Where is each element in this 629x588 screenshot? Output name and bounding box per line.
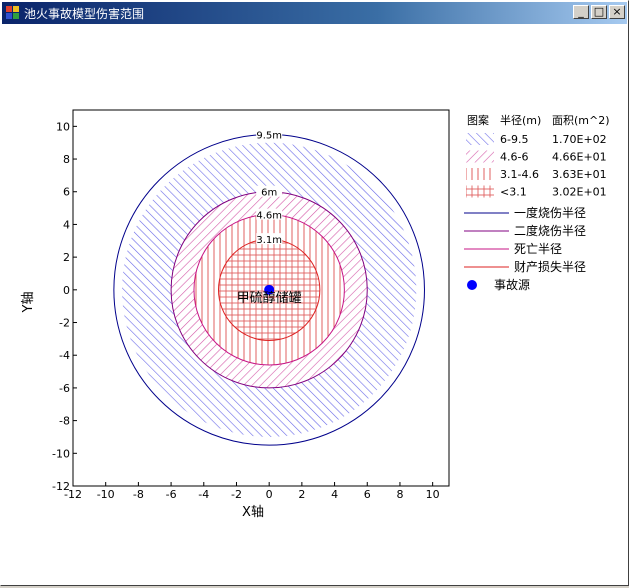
x-tick-label: 6: [364, 488, 371, 501]
x-tick-label: 10: [426, 488, 440, 501]
legend-zone-area: 1.70E+02: [552, 133, 607, 146]
app-icon: [6, 6, 20, 20]
x-tick-label: -10: [97, 488, 115, 501]
legend-line-label: 二度烧伤半径: [514, 223, 586, 238]
y-tick-label: 6: [63, 186, 70, 199]
legend-zone-range: <3.1: [500, 186, 527, 199]
y-tick-label: -4: [59, 349, 70, 362]
y-tick-label: -8: [59, 415, 70, 428]
legend-line-label: 财产损失半径: [514, 259, 586, 274]
x-tick-label: -2: [231, 488, 242, 501]
x-tick-label: -6: [166, 488, 177, 501]
radius-label: 3.1m: [256, 235, 282, 246]
legend-header-radius: 半径(m): [500, 113, 541, 127]
source-label: 甲硫醇储罐: [237, 290, 302, 306]
x-axis-title: X轴: [242, 505, 264, 520]
legend-zone-area: 3.63E+01: [552, 168, 607, 181]
legend-swatch-vlines-red: [466, 168, 494, 180]
y-tick-label: 4: [63, 218, 70, 231]
y-tick-label: 8: [63, 153, 70, 166]
legend-zone-range: 4.6-6: [500, 151, 528, 164]
close-button[interactable]: ×: [609, 5, 625, 19]
legend-zone-range: 6-9.5: [500, 133, 528, 146]
legend-zone-area: 4.66E+01: [552, 151, 607, 164]
legend-source-label: 事故源: [494, 277, 530, 292]
x-tick-label: -4: [198, 488, 209, 501]
legend-swatch-hatch-blue: [466, 133, 494, 145]
legend-source-marker: [467, 280, 477, 290]
x-tick-label: 0: [266, 488, 273, 501]
legend-swatch-hatch-magenta: [466, 150, 494, 163]
y-tick-label: -6: [59, 382, 70, 395]
legend-zone-area: 3.02E+01: [552, 186, 607, 199]
y-tick-label: 2: [63, 251, 70, 264]
radius-label: 9.5m: [256, 131, 282, 142]
y-tick-label: 0: [63, 284, 70, 297]
legend-header-pattern: 图案: [467, 113, 489, 127]
chart-area: 9.5m 6m 4.6m 3.1m 甲硫醇储罐 -12 -10 -8 -6 -4 -2 0 2 4 6 8 10…: [2, 24, 627, 584]
radius-label: 4.6m: [256, 211, 282, 222]
x-tick-label: 2: [298, 488, 305, 501]
app-window: 池火事故模型伤害范围 _ □ × 9.5m 6m 4.6m 3.1m 甲硫醇储罐…: [0, 0, 629, 586]
legend-swatch-grid-red: [466, 185, 494, 198]
y-tick-label: -10: [52, 447, 70, 460]
legend-line-label: 死亡半径: [514, 242, 562, 256]
radius-label: 6m: [261, 188, 277, 199]
legend-header-area: 面积(m^2): [552, 114, 610, 127]
hazard-range-chart: 9.5m 6m 4.6m 3.1m 甲硫醇储罐 -12 -10 -8 -6 -4 -2 0 2 4 6 8 10…: [21, 109, 610, 520]
legend-line-label: 一度烧伤半径: [514, 205, 586, 220]
y-tick-label: 10: [56, 120, 70, 133]
maximize-button[interactable]: □: [591, 5, 607, 19]
x-tick-label: 4: [331, 488, 338, 501]
minimize-button[interactable]: _: [573, 5, 589, 19]
x-tick-label: -8: [133, 488, 144, 501]
legend-zone-range: 3.1-4.6: [500, 168, 539, 181]
y-tick-label: -2: [59, 317, 70, 330]
title-bar[interactable]: 池火事故模型伤害范围 _ □ ×: [2, 2, 627, 24]
window-title: 池火事故模型伤害范围: [24, 6, 145, 21]
y-tick-label: -12: [52, 480, 70, 493]
x-tick-label: 8: [396, 488, 403, 501]
y-axis-title: Y轴: [21, 292, 36, 314]
